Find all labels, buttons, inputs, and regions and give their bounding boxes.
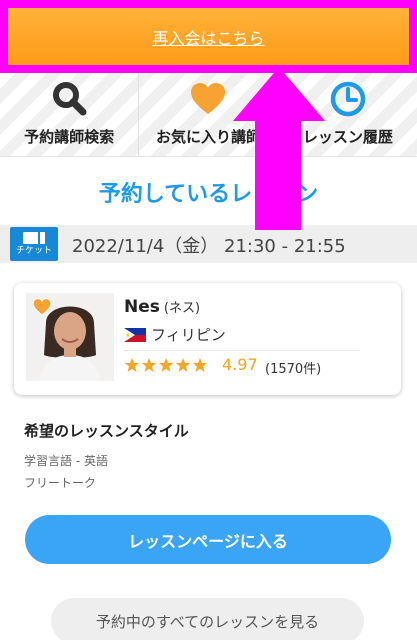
ticket-badge: チケット xyxy=(10,227,58,261)
search-icon xyxy=(53,82,87,116)
ticket-label: チケット xyxy=(15,246,52,256)
quick-nav: 予約講師検索 お気に入り講師 レッスン履歴 xyxy=(0,73,417,157)
rejoin-label: 再入会はこちら xyxy=(152,28,265,48)
philippines-flag-icon xyxy=(124,328,146,342)
star-icon xyxy=(142,358,156,372)
star-icon xyxy=(176,358,190,372)
heart-icon xyxy=(191,83,226,114)
teacher-name-kana: (ネス) xyxy=(163,301,201,316)
lesson-type: フリートーク xyxy=(24,476,97,490)
teacher-card[interactable]: Nes (ネス) フィリピン 4.97 (1570件) xyxy=(14,283,401,395)
page-title: 予約しているレッスン xyxy=(98,182,319,207)
view-all-lessons-label: 予約中のすべてのレッスンを見る xyxy=(95,612,320,631)
nav-item-search[interactable]: 予約講師検索 xyxy=(0,73,140,156)
enter-lesson-label: レッスンページに入る xyxy=(128,531,288,551)
annotation-arrow-icon xyxy=(233,67,325,230)
star-icon xyxy=(125,358,139,372)
enter-lesson-button[interactable]: レッスンページに入る xyxy=(25,515,391,564)
rejoin-button[interactable]: 再入会はこちら xyxy=(8,8,409,65)
teacher-rating: 4.97 xyxy=(222,355,258,374)
divider xyxy=(124,350,360,351)
favorite-heart-icon[interactable] xyxy=(32,298,52,316)
star-rating xyxy=(124,357,208,373)
teacher-country: フィリピン xyxy=(151,326,226,344)
clock-icon xyxy=(330,81,366,117)
star-icon xyxy=(193,358,207,372)
lesson-datetime: 2022/11/4（金） 21:30 - 21:55 xyxy=(72,236,346,257)
ticket-icon xyxy=(23,232,45,244)
lesson-style-title: 希望のレッスンスタイル xyxy=(24,422,189,440)
view-all-lessons-button[interactable]: 予約中のすべてのレッスンを見る xyxy=(51,598,364,640)
lesson-language: 学習言語 - 英語 xyxy=(24,454,108,468)
teacher-name-text: Nes xyxy=(124,297,160,317)
star-icon xyxy=(159,358,173,372)
teacher-review-count: (1570件) xyxy=(265,362,322,377)
nav-label-search: 予約講師検索 xyxy=(24,128,115,146)
rejoin-highlight-frame: 再入会はこちら xyxy=(0,0,417,73)
teacher-name[interactable]: Nes (ネス) xyxy=(124,297,200,317)
